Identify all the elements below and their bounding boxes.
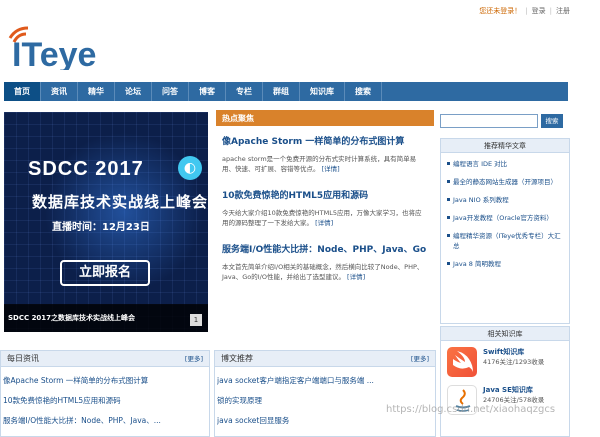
hot-article: 10款免费惊艳的HTML5应用和源码 今天给大家介绍10款免费惊艳的HTML5应… — [216, 190, 434, 228]
hot-article: 像Apache Storm 一样简单的分布式图计算 apache storm是一… — [216, 136, 434, 174]
hot-article-title[interactable]: 服务端I/O性能大比拼：Node、PHP、Java、Go — [222, 245, 426, 255]
promo-banner[interactable]: SDCC 2017 ◐ 数据库技术实战线上峰会 直播时间：12月23日 立即报名… — [4, 112, 208, 332]
hot-article-desc: 今天给大家介绍10款免费惊艳的HTML5应用，万像大家学习，也将应用的源码整理了… — [222, 209, 422, 227]
hot-article: 服务端I/O性能大比拼：Node、PHP、Java、Go 本文首先简单介绍I/O… — [216, 244, 434, 282]
nav-search[interactable]: 搜索 — [345, 82, 382, 101]
daily-more-link[interactable]: [更多] — [185, 351, 203, 367]
knowledge-base-header: 相关知识库 — [441, 327, 569, 341]
banner-subtitle: 数据库技术实战线上峰会 — [32, 193, 208, 211]
swift-icon — [447, 347, 477, 377]
register-now-button[interactable]: 立即报名 — [60, 260, 150, 286]
daily-news-panel: 每日资讯 [更多] 像Apache Storm 一样简单的分布式图计算 10款免… — [0, 350, 210, 437]
blog-item[interactable]: java socket客户端指定客户端端口与服务端 ... — [217, 371, 435, 391]
banner-title: SDCC 2017 — [28, 158, 144, 180]
daily-news-item[interactable]: 10款免费惊艳的HTML5应用和源码 — [3, 391, 209, 411]
hot-focus-header: 热点聚焦 — [216, 110, 434, 126]
recommended-item[interactable]: Java NIO 系列教程 — [447, 195, 563, 205]
nav-column[interactable]: 专栏 — [226, 82, 263, 101]
kb-name[interactable]: Swift知识库 — [483, 347, 544, 357]
logo-graphic: ITeye — [8, 26, 96, 74]
logo-text: ITeye — [12, 36, 96, 70]
separator: | — [525, 7, 528, 15]
kb-entry[interactable]: Swift知识库 4176关注/1293收录 — [441, 341, 569, 383]
nav-home[interactable]: 首页 — [4, 82, 41, 101]
details-link[interactable]: [详情] — [315, 219, 333, 227]
recommended-item[interactable]: Java 8 简明教程 — [447, 259, 563, 269]
banner-logo-icon: ◐ — [178, 156, 202, 180]
search-button[interactable]: 搜索 — [541, 114, 563, 128]
nav-forum[interactable]: 论坛 — [115, 82, 152, 101]
welcome-text: 您还未登录！ — [479, 7, 522, 15]
recommended-articles-panel: 推荐精华文章 编程语言 IDE 对比 最全的静态网站生成器（开源项目） Java… — [440, 138, 570, 324]
hot-article-title[interactable]: 像Apache Storm 一样简单的分布式图计算 — [222, 137, 404, 147]
details-link[interactable]: [详情] — [322, 165, 340, 173]
blog-more-link[interactable]: [更多] — [411, 351, 429, 367]
kb-stat: 4176关注/1293收录 — [483, 358, 545, 366]
nav-news[interactable]: 资讯 — [41, 82, 78, 101]
banner-pager[interactable]: 1 — [190, 314, 202, 326]
banner-caption[interactable]: SDCC 2017之数据库技术实战线上峰会 — [4, 304, 208, 332]
main-nav: 首页 资讯 精华 论坛 问答 博客 专栏 群组 知识库 搜索 — [4, 82, 568, 101]
knowledge-base-panel: 相关知识库 Swift知识库 4176关注/1293收录 Java SE知识库 … — [440, 326, 570, 437]
daily-news-title: 每日资讯 — [7, 354, 39, 363]
recommended-item[interactable]: 编程语言 IDE 对比 — [447, 159, 563, 169]
login-link[interactable]: 登录 — [532, 6, 546, 16]
hot-article-desc: 本文首先简单介绍I/O相关的基础概念，然后横向比较了Node、PHP、Java、… — [222, 263, 424, 281]
daily-news-header: 每日资讯 [更多] — [1, 351, 209, 367]
banner-time: 直播时间：12月23日 — [52, 222, 150, 233]
search-box: 搜索 — [440, 114, 570, 128]
csdn-watermark: https://blog.csdn.net/xiaohaqzgcs — [386, 404, 556, 415]
iteye-logo[interactable]: ITeye — [6, 24, 126, 74]
hot-focus-section: 热点聚焦 像Apache Storm 一样简单的分布式图计算 apache st… — [216, 110, 434, 330]
nav-qa[interactable]: 问答 — [152, 82, 189, 101]
blog-recommend-panel: 博文推荐 [更多] java socket客户端指定客户端端口与服务端 ... … — [214, 350, 436, 437]
hot-article-desc: apache storm是一个免费开源的分布式实时计算系统，具有简单易用、快速、… — [222, 155, 417, 173]
recommended-item[interactable]: Java开发教程（Oracle官方资料） — [447, 213, 563, 223]
search-input[interactable] — [440, 114, 538, 128]
recommended-header: 推荐精华文章 — [441, 139, 569, 153]
kb-name[interactable]: Java SE知识库 — [483, 385, 544, 395]
hot-article-title[interactable]: 10款免费惊艳的HTML5应用和源码 — [222, 191, 368, 201]
nav-knowledge[interactable]: 知识库 — [300, 82, 345, 101]
blog-recommend-title: 博文推荐 — [221, 354, 253, 363]
blog-recommend-header: 博文推荐 [更多] — [215, 351, 435, 367]
nav-best[interactable]: 精华 — [78, 82, 115, 101]
daily-news-item[interactable]: 服务端I/O性能大比拼：Node、PHP、Java、... — [3, 411, 209, 431]
top-bar: 您还未登录！ | 登录 | 注册 — [479, 6, 570, 16]
separator: | — [549, 7, 552, 15]
register-link[interactable]: 注册 — [556, 6, 570, 16]
nav-group[interactable]: 群组 — [263, 82, 300, 101]
nav-blog[interactable]: 博客 — [189, 82, 226, 101]
recommended-item[interactable]: 最全的静态网站生成器（开源项目） — [447, 177, 563, 187]
details-link[interactable]: [详情] — [347, 273, 365, 281]
recommended-item[interactable]: 编程精华资源（ITeye优秀专栏）大汇总 — [447, 231, 563, 251]
daily-news-item[interactable]: 像Apache Storm 一样简单的分布式图计算 — [3, 371, 209, 391]
kb-entry[interactable]: Java SE知识库 24706关注/578收录 — [441, 383, 569, 421]
